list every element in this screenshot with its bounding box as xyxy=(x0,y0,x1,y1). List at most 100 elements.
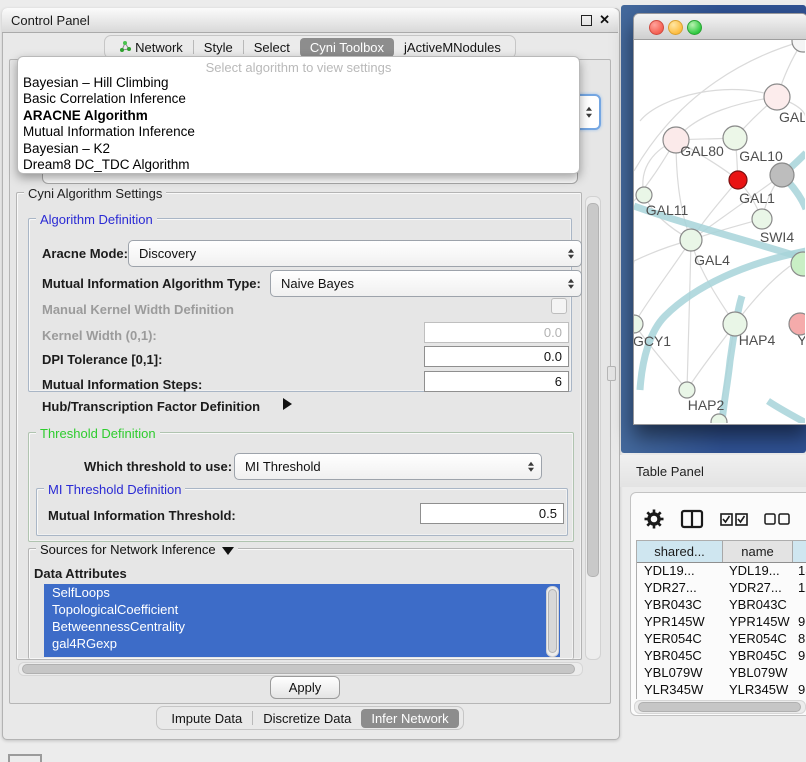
settings-vertical-scrollbar[interactable] xyxy=(585,196,601,660)
minimize-traffic-light-icon[interactable] xyxy=(668,20,683,35)
attribute-list-item[interactable]: gal4RGexp xyxy=(44,635,560,652)
panel-splitter-handle[interactable] xyxy=(607,366,616,381)
network-node[interactable] xyxy=(764,84,790,110)
dropdown-item[interactable]: Mutual Information Inference xyxy=(18,124,579,140)
table-cell: YLR345W xyxy=(722,682,791,699)
control-panel-titlebar[interactable]: Control Panel ✕ xyxy=(2,8,618,33)
table-row[interactable]: YDL19...YDL19...13 xyxy=(637,563,806,580)
table-cell: YDL19... xyxy=(637,563,722,580)
dropdown-item[interactable]: Dream8 DC_TDC Algorithm xyxy=(18,157,579,173)
dropdown-item[interactable]: Bayesian – K2 xyxy=(18,141,579,157)
attribute-list-scrollbar[interactable] xyxy=(546,586,559,657)
attribute-list-item[interactable]: SelfLoops xyxy=(44,584,560,601)
which-threshold-label: Which threshold to use: xyxy=(84,459,232,474)
network-node[interactable] xyxy=(792,40,805,52)
manual-kernel-width-checkbox xyxy=(551,298,567,314)
tab-style[interactable]: Style xyxy=(194,38,243,57)
network-node[interactable] xyxy=(636,187,652,203)
bottom-tabstrip: Impute Data Discretize Data Infer Network xyxy=(156,706,463,730)
expander-arrow-icon[interactable] xyxy=(283,398,292,410)
scrollbar-thumb[interactable] xyxy=(638,702,801,712)
settings-horizontal-scrollbar[interactable] xyxy=(18,662,583,676)
dropdown-items: Bayesian – Hill ClimbingBasic Correlatio… xyxy=(18,75,579,173)
dropdown-item[interactable]: Bayesian – Hill Climbing xyxy=(18,75,579,91)
tab-label: Impute Data xyxy=(171,711,242,726)
mi-steps-label: Mutual Information Steps: xyxy=(42,377,202,392)
apply-button[interactable]: Apply xyxy=(270,676,340,699)
dropdown-item[interactable]: ARACNE Algorithm xyxy=(18,108,579,124)
network-node[interactable] xyxy=(723,126,747,150)
attribute-list-item[interactable]: BetweennessCentrality xyxy=(44,618,560,635)
tab-jactivemnodules[interactable]: jActiveMNodules xyxy=(394,38,511,57)
data-attributes-list: SelfLoopsTopologicalCoefficientBetweenne… xyxy=(44,584,560,657)
network-edge xyxy=(640,90,777,121)
split-view-icon[interactable] xyxy=(680,509,704,529)
table-row[interactable]: YPR145WYPR145W9. xyxy=(637,614,806,631)
deselect-all-icon[interactable] xyxy=(764,513,790,525)
table-horizontal-scrollbar[interactable] xyxy=(634,700,806,714)
manual-kernel-width-label: Manual Kernel Width Definition xyxy=(42,302,234,317)
hub-expander-label[interactable]: Hub/Transcription Factor Definition xyxy=(42,399,260,414)
network-window-titlebar[interactable] xyxy=(634,14,806,40)
tab-discretize-data[interactable]: Discretize Data xyxy=(253,709,361,728)
column-header[interactable]: shared... xyxy=(637,541,723,562)
scrollbar-thumb[interactable] xyxy=(22,664,575,674)
sources-group-title[interactable]: Sources for Network Inference xyxy=(36,542,238,557)
mi-algorithm-type-value: Naive Bayes xyxy=(281,276,354,291)
tab-infer-network[interactable]: Infer Network xyxy=(361,709,458,728)
network-node[interactable] xyxy=(729,171,747,189)
table-cell: 9. xyxy=(791,648,806,665)
mi-algorithm-type-label: Mutual Information Algorithm Type: xyxy=(42,276,261,291)
which-threshold-combo[interactable]: MI Threshold xyxy=(234,453,542,480)
table-cell: YBL079W xyxy=(637,665,722,682)
aracne-mode-combo[interactable]: Discovery xyxy=(128,240,582,267)
network-node[interactable] xyxy=(752,209,772,229)
mutual-information-threshold-field[interactable]: 0.5 xyxy=(420,503,564,524)
dropdown-item[interactable]: Basic Correlation Inference xyxy=(18,91,579,107)
tab-cyni-toolbox[interactable]: Cyni Toolbox xyxy=(300,38,394,57)
attribute-list-item[interactable]: TopologicalCoefficient xyxy=(44,601,560,618)
collapse-arrow-icon xyxy=(222,547,234,555)
table-cell: YBR043C xyxy=(637,597,722,614)
threshold-definition-title: Threshold Definition xyxy=(36,426,160,441)
aracne-mode-label: Aracne Mode: xyxy=(42,246,128,261)
network-node[interactable] xyxy=(770,163,794,187)
table-cell: 8. xyxy=(791,631,806,648)
close-panel-icon[interactable]: ✕ xyxy=(599,12,610,28)
mi-threshold-definition-title: MI Threshold Definition xyxy=(44,482,185,497)
mi-steps-field[interactable]: 6 xyxy=(424,371,569,392)
table-row[interactable]: YBR043CYBR043C xyxy=(637,597,806,614)
table-row[interactable]: YLR345WYLR345W9. xyxy=(637,682,806,699)
scrollbar-thumb[interactable] xyxy=(587,203,599,577)
network-node[interactable] xyxy=(680,229,702,251)
minimized-panel-button[interactable] xyxy=(8,754,42,762)
dpi-tolerance-field[interactable]: 0.0 xyxy=(424,346,569,367)
tab-impute-data[interactable]: Impute Data xyxy=(161,709,252,728)
tab-select[interactable]: Select xyxy=(244,38,300,57)
column-header[interactable]: A xyxy=(793,541,806,562)
table-row[interactable]: YBL079WYBL079W xyxy=(637,665,806,682)
algorithm-dropdown: Select algorithm to view settings Bayesi… xyxy=(17,56,580,174)
network-node[interactable] xyxy=(634,315,643,333)
float-window-icon[interactable] xyxy=(581,15,592,26)
node-label: SWI4 xyxy=(760,229,794,245)
scrollbar-thumb[interactable] xyxy=(548,589,557,653)
which-threshold-value: MI Threshold xyxy=(245,459,321,474)
tab-label: Discretize Data xyxy=(263,711,351,726)
network-node[interactable] xyxy=(679,382,695,398)
table-row[interactable]: YBR045CYBR045C9. xyxy=(637,648,806,665)
zoom-traffic-light-icon[interactable] xyxy=(687,20,702,35)
select-all-icon[interactable] xyxy=(720,513,748,526)
mi-algorithm-type-combo[interactable]: Naive Bayes xyxy=(270,270,582,297)
gear-icon[interactable] xyxy=(644,509,664,529)
table-cell: YDR27... xyxy=(637,580,722,597)
table-row[interactable]: YER054CYER054C8. xyxy=(637,631,806,648)
table-panel-titlebar[interactable]: Table Panel xyxy=(620,455,806,487)
table-row[interactable]: YDR27...YDR27...12 xyxy=(637,580,806,597)
close-traffic-light-icon[interactable] xyxy=(649,20,664,35)
table-cell: YBL079W xyxy=(722,665,791,682)
column-header[interactable]: name xyxy=(723,541,793,562)
network-canvas[interactable]: GALGAL80GAL10GAL1GAL11SWI4GAL4GCY1HAP4YH… xyxy=(634,40,805,423)
mutual-information-threshold-label: Mutual Information Threshold: xyxy=(48,508,236,523)
tab-network[interactable]: Network xyxy=(109,38,193,57)
